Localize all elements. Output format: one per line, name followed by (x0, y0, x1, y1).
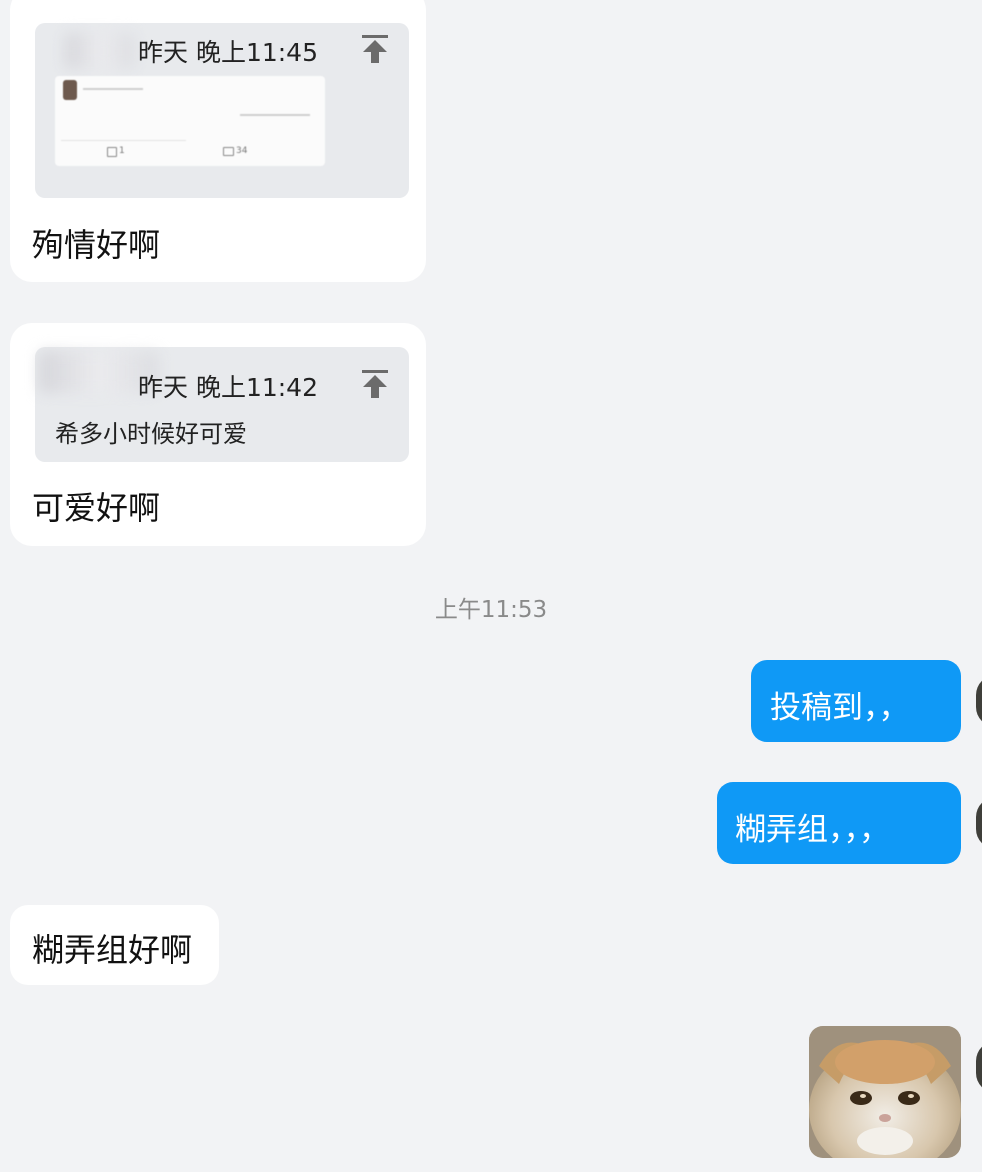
comment-icon (223, 147, 234, 156)
shared-post-card[interactable]: 1 34 (55, 76, 325, 166)
arrow-up-to-top-icon[interactable] (361, 34, 389, 64)
post-divider (61, 140, 186, 141)
post-text-blur (240, 114, 310, 116)
avatar[interactable] (976, 1041, 982, 1093)
post-text-blur (83, 88, 143, 90)
outgoing-message-bubble[interactable]: 糊弄组，，， (717, 782, 961, 864)
comment-count: 34 (236, 146, 248, 156)
avatar[interactable] (976, 675, 982, 727)
quote-timestamp: 昨天 晚上11:45 (138, 38, 318, 67)
quote-timestamp: 昨天 晚上11:42 (138, 373, 318, 402)
quote-text: 希多小时候好可爱 (55, 420, 247, 448)
post-thumbnail (63, 80, 77, 100)
quoted-message-2[interactable]: 昨天 晚上11:42 希多小时候好可爱 (35, 347, 409, 462)
avatar[interactable] (976, 797, 982, 849)
message-text: 投稿到，， (770, 690, 910, 726)
outgoing-message-bubble[interactable]: 投稿到，， (751, 660, 961, 742)
time-separator: 上午11:53 (434, 597, 548, 623)
repost-count: 1 (119, 146, 125, 156)
blurred-sender-name (65, 33, 135, 69)
message-bubble-3[interactable]: 糊弄组好啊 (10, 905, 219, 985)
cat-sticker-image[interactable] (809, 1026, 961, 1158)
arrow-up-to-top-icon[interactable] (361, 369, 389, 399)
message-bubble-1[interactable]: 昨天 晚上11:45 1 34 殉情好啊 (10, 0, 426, 282)
message-text: 殉情好啊 (32, 226, 161, 264)
message-text: 糊弄组，，， (735, 812, 890, 848)
message-text: 糊弄组好啊 (32, 931, 193, 969)
quoted-message-1[interactable]: 昨天 晚上11:45 1 34 (35, 23, 409, 198)
message-text: 可爱好啊 (32, 489, 161, 527)
message-bubble-2[interactable]: 昨天 晚上11:42 希多小时候好可爱 可爱好啊 (10, 323, 426, 546)
share-edit-icon (107, 147, 117, 157)
